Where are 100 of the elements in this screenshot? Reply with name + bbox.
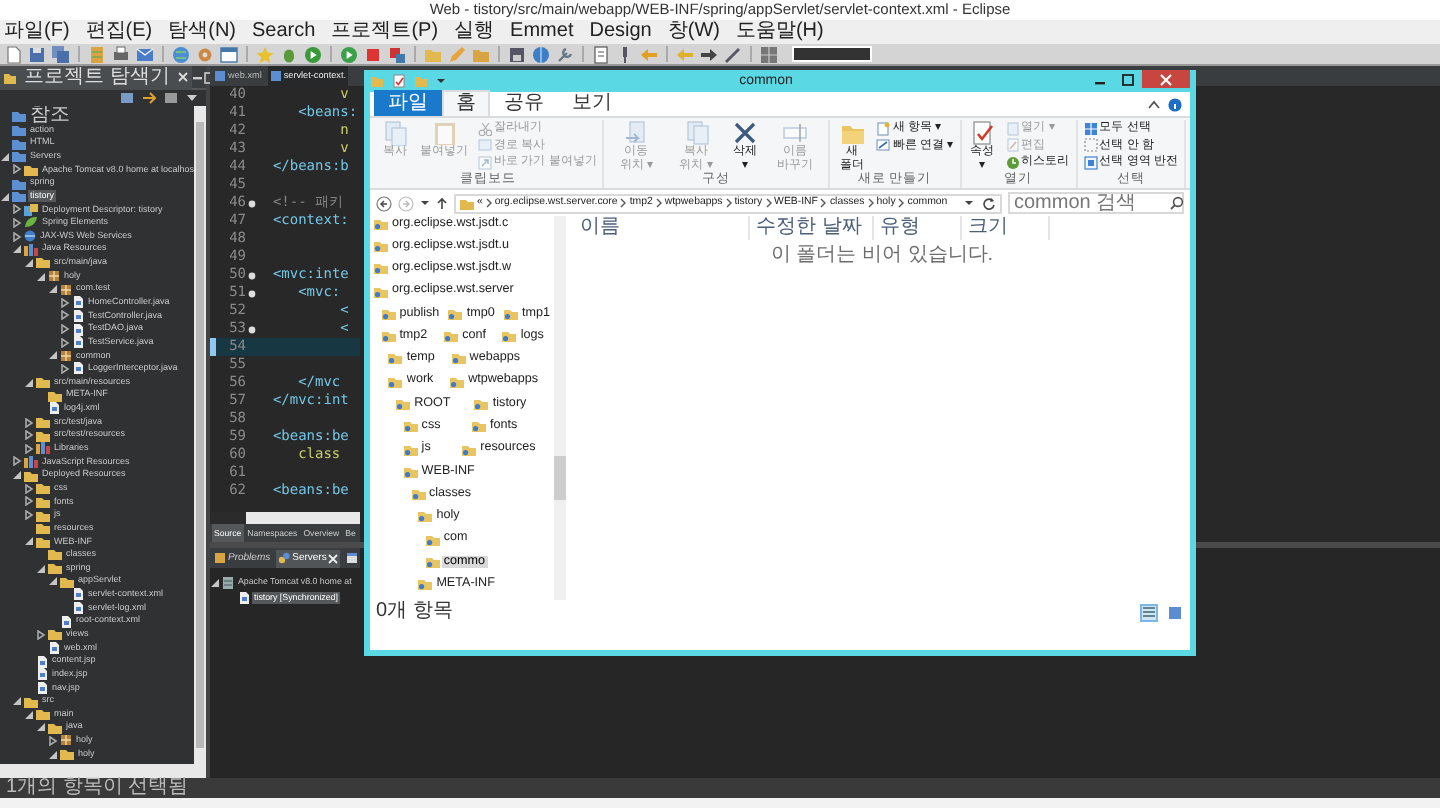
wrench-icon[interactable] [556,45,574,63]
tree-arrow-icon[interactable] [12,244,22,255]
arrow-right-icon[interactable] [700,45,718,63]
caret-icon[interactable] [420,198,430,208]
search-icon[interactable] [1170,196,1184,210]
save-all-icon[interactable] [52,45,70,63]
tree-arrow-icon[interactable] [24,377,34,388]
tree-arrow-icon[interactable] [24,709,34,720]
tree-arrow-icon[interactable] [24,430,34,441]
menu-item[interactable]: 탐색(N) [168,20,237,44]
close-button[interactable] [1142,70,1190,88]
tree-arrow-icon[interactable] [12,204,22,215]
refresh-icon[interactable] [982,196,996,210]
panel-tab[interactable] [344,549,360,567]
tree-arrow-icon[interactable] [60,297,70,308]
window-icon[interactable] [220,45,238,63]
tree-arrow-icon[interactable] [48,576,58,587]
tree-item[interactable]: 참조 [28,110,72,124]
fold-marker-icon[interactable] [247,325,255,333]
tree-arrow-icon[interactable] [24,510,34,521]
scrollbar[interactable] [554,216,566,600]
tree-arrow-icon[interactable] [0,151,10,162]
link-icon[interactable] [142,92,156,104]
play-icon[interactable] [304,45,322,63]
menu-item[interactable]: 편집(E) [85,20,153,44]
fold-marker-icon[interactable] [247,199,255,207]
menu-item[interactable]: Emmet [510,20,574,44]
tree-arrow-icon[interactable] [36,629,46,640]
fold-marker-icon[interactable] [247,289,255,297]
ribbon-tab[interactable]: 보기 [558,90,626,116]
tree-arrow-icon[interactable] [48,735,58,746]
menu-item[interactable]: 실행 [454,20,495,44]
tree-arrow-icon[interactable] [24,496,34,507]
tree-arrow-icon[interactable] [48,350,58,361]
tree-arrow-icon[interactable] [24,257,34,268]
ribbon-tab[interactable]: 홈 [442,90,490,116]
menu-item[interactable]: 창(W) [667,20,720,44]
caret-icon[interactable] [436,76,446,86]
save-icon[interactable] [28,45,46,63]
tree-arrow-icon[interactable] [36,271,46,281]
menu-item[interactable]: 도움말(H) [735,20,824,44]
tree-arrow-icon[interactable] [12,164,22,175]
ribbon-tab[interactable]: 파일 [374,90,442,116]
globe-icon[interactable] [532,45,550,63]
quick-access-field[interactable] [792,46,872,62]
column-header[interactable]: 이름 [574,216,750,240]
scrollbar[interactable] [194,106,206,764]
tree-arrow-icon[interactable] [24,417,34,428]
run-icon[interactable] [340,45,358,63]
print-icon[interactable] [112,45,130,63]
caret-icon[interactable] [964,198,974,208]
document-icon[interactable] [592,45,610,63]
grid-icon[interactable] [760,45,778,63]
mail-icon[interactable] [136,45,154,63]
back-button-icon[interactable] [376,195,392,211]
menu-item[interactable]: 프로젝트(P) [331,20,439,44]
column-header[interactable]: 유형 [874,216,962,240]
menu-item[interactable]: Design [589,20,652,44]
column-header[interactable]: 수정한 날짜 [750,216,874,240]
help-icon[interactable] [1168,97,1182,111]
ribbon-tab[interactable]: 공유 [490,90,558,116]
up-arrow-icon[interactable] [436,196,448,210]
close-icon[interactable] [328,553,339,563]
tree-arrow-icon[interactable] [12,456,22,467]
tree-arrow-icon[interactable] [48,749,58,760]
star-icon[interactable] [256,45,274,63]
tree-arrow-icon[interactable] [60,324,70,335]
scrollbar[interactable] [0,764,206,778]
panel-tab[interactable]: 프로젝트 탐색기 [0,65,192,89]
search-field[interactable]: common 검색 [1008,192,1184,214]
close-icon [1160,73,1172,85]
tree-arrow-icon[interactable] [12,696,22,706]
page-check-icon[interactable] [392,74,406,88]
tree-arrow-icon[interactable] [24,536,34,547]
tree-arrow-icon[interactable] [60,337,70,348]
stop-icon[interactable] [364,45,382,63]
tree-arrow-icon[interactable] [36,722,46,733]
tree-arrow-icon[interactable] [60,310,70,321]
pen-icon[interactable] [724,45,742,63]
tree-arrow-icon[interactable] [24,483,34,494]
folder-icon [462,443,477,456]
scrollbar[interactable] [246,512,360,524]
tree-arrow-icon[interactable] [0,191,10,202]
fold-marker-icon[interactable] [247,271,255,279]
tree-arrow-icon[interactable] [48,284,58,295]
view-button[interactable] [1140,603,1158,621]
tree-arrow-icon[interactable] [36,563,46,574]
tree-arrow-icon[interactable] [60,363,70,374]
menu-item[interactable]: 파일(F) [4,20,70,44]
menu-item[interactable]: Search [252,20,316,44]
column-header[interactable]: 크기 [962,216,1050,240]
close-icon[interactable] [177,72,188,82]
tree-arrow-icon[interactable] [12,217,22,228]
collapse-ribbon-icon[interactable] [1148,99,1160,109]
tree-arrow-icon[interactable] [12,470,22,481]
tree-arrow-icon[interactable] [210,577,220,587]
tree-arrow-icon[interactable] [24,443,34,454]
tree-arrow-icon[interactable] [12,231,22,242]
stop-server-icon[interactable] [388,45,406,63]
view-button[interactable] [1166,603,1184,621]
